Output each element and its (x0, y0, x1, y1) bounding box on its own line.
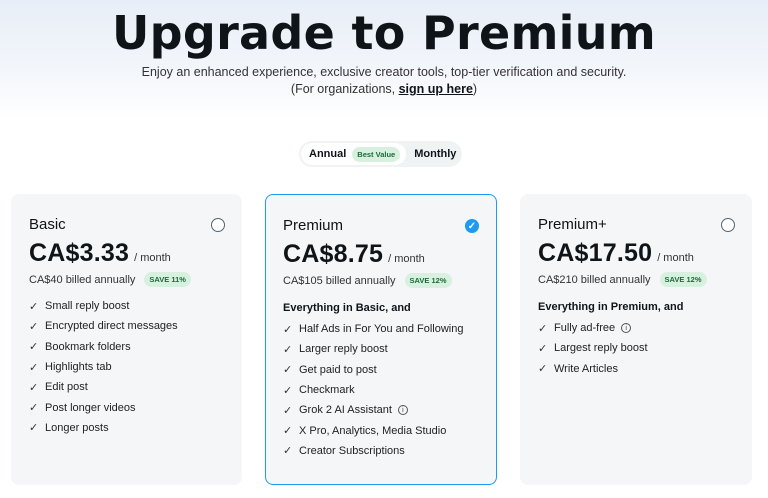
plan-card-basic[interactable]: Basic CA$3.33 / month CA$40 billed annua… (11, 194, 242, 485)
includes-heading: Everything in Premium, and (538, 301, 684, 313)
check-icon: ✓ (538, 322, 548, 335)
check-icon: ✓ (283, 384, 293, 397)
radio-unchecked-icon[interactable] (211, 218, 225, 232)
feature-list: ✓ Half Ads in For You and Following ✓ Larg… (283, 319, 478, 461)
plan-card-premium-plus[interactable]: Premium+ CA$17.50 / month CA$210 billed … (520, 194, 752, 485)
feature-label: Largest reply boost (554, 342, 648, 355)
check-icon: ✓ (283, 445, 293, 458)
check-icon: ✓ (538, 342, 548, 355)
check-icon: ✓ (29, 320, 39, 333)
check-icon: ✓ (283, 425, 293, 438)
feature-label: Write Articles (554, 362, 618, 375)
info-icon[interactable]: i (621, 323, 632, 334)
list-item: ✓ Highlights tab (29, 357, 224, 377)
list-item: ✓ Encrypted direct messages (29, 316, 224, 336)
monthly-option[interactable]: Monthly (406, 148, 456, 160)
feature-label: Edit post (45, 381, 88, 394)
feature-label: Get paid to post (299, 363, 377, 376)
check-icon: ✓ (538, 363, 548, 376)
billing-toggle: Annual Best Value Monthly (299, 141, 462, 167)
save-badge: SAVE 12% (404, 273, 452, 288)
list-item: ✓ Bookmark folders (29, 337, 224, 357)
plan-name: Basic (29, 216, 66, 233)
feature-label: Checkmark (299, 384, 355, 397)
billed-annually: CA$40 billed annually (29, 273, 136, 286)
feature-list: ✓ Fully ad-free i ✓ Largest reply boost ✓ Wr… (538, 318, 734, 379)
feature-label: Bookmark folders (45, 340, 131, 353)
page-subtitle: Enjoy an enhanced experience, exclusive … (0, 64, 768, 98)
check-icon: ✓ (29, 422, 39, 435)
check-icon: ✓ (283, 364, 293, 377)
page-title: Upgrade to Premium (111, 6, 657, 60)
feature-label: Fully ad-free (554, 322, 616, 335)
includes-heading: Everything in Basic, and (283, 302, 411, 314)
price-period: / month (388, 253, 425, 265)
list-item: ✓ X Pro, Analytics, Media Studio (283, 420, 478, 440)
feature-label: Longer posts (45, 421, 109, 434)
check-icon: ✓ (29, 300, 39, 313)
list-item: ✓ Get paid to post (283, 360, 478, 380)
plan-price: CA$3.33 (29, 239, 130, 267)
check-circle-icon[interactable]: ✓ (465, 219, 479, 233)
list-item: ✓ Half Ads in For You and Following (283, 319, 478, 339)
check-icon: ✓ (29, 361, 39, 374)
feature-label: Small reply boost (45, 300, 130, 313)
org-prefix: (For organizations, (290, 82, 399, 96)
feature-label: Half Ads in For You and Following (299, 323, 464, 336)
list-item: ✓ Post longer videos (29, 397, 224, 417)
price-period: / month (657, 252, 694, 264)
check-icon: ✓ (29, 402, 39, 415)
feature-label: Grok 2 AI Assistant (299, 404, 392, 417)
plan-card-premium[interactable]: ✓ Premium CA$8.75 / month CA$105 billed … (265, 194, 497, 485)
check-icon: ✓ (283, 323, 293, 336)
organizations-note: (For organizations, sign up here) (0, 81, 768, 98)
check-icon: ✓ (29, 341, 39, 354)
info-icon[interactable]: i (397, 405, 408, 416)
feature-label: X Pro, Analytics, Media Studio (299, 424, 447, 437)
feature-label: Post longer videos (45, 401, 136, 414)
feature-label: Larger reply boost (299, 343, 388, 356)
feature-list: ✓ Small reply boost ✓ Encrypted direct mes… (29, 296, 224, 438)
list-item: ✓ Longer posts (29, 418, 224, 438)
check-icon: ✓ (283, 404, 293, 417)
list-item: ✓ Grok 2 AI Assistant i (283, 400, 478, 420)
annual-option[interactable]: Annual Best Value (301, 143, 407, 165)
list-item: ✓ Write Articles (538, 359, 734, 379)
feature-label: Encrypted direct messages (45, 320, 178, 333)
list-item: ✓ Fully ad-free i (538, 318, 734, 338)
list-item: ✓ Checkmark (283, 380, 478, 400)
price-period: / month (134, 252, 171, 264)
check-icon: ✓ (29, 381, 39, 394)
plan-name: Premium (283, 217, 344, 234)
list-item: ✓ Larger reply boost (283, 339, 478, 359)
sign-up-link[interactable]: sign up here (399, 82, 473, 96)
feature-label: Creator Subscriptions (299, 444, 405, 457)
feature-label: Highlights tab (45, 361, 112, 374)
save-badge: SAVE 11% (144, 272, 191, 287)
billed-annually: CA$210 billed annually (538, 273, 651, 286)
annual-label: Annual (309, 148, 347, 160)
list-item: ✓ Largest reply boost (538, 338, 734, 358)
save-badge: SAVE 12% (659, 272, 707, 287)
billed-annually: CA$105 billed annually (283, 274, 396, 287)
list-item: ✓ Creator Subscriptions (283, 441, 478, 461)
list-item: ✓ Edit post (29, 377, 224, 397)
org-suffix: ) (472, 82, 478, 96)
plan-price: CA$17.50 (538, 239, 653, 267)
check-icon: ✓ (283, 343, 293, 356)
plan-name: Premium+ (538, 216, 607, 233)
plan-price: CA$8.75 (283, 240, 384, 268)
subtitle-text: Enjoy an enhanced experience, exclusive … (141, 65, 627, 79)
best-value-badge: Best Value (352, 146, 401, 162)
list-item: ✓ Small reply boost (29, 296, 224, 316)
radio-unchecked-icon[interactable] (721, 218, 735, 232)
